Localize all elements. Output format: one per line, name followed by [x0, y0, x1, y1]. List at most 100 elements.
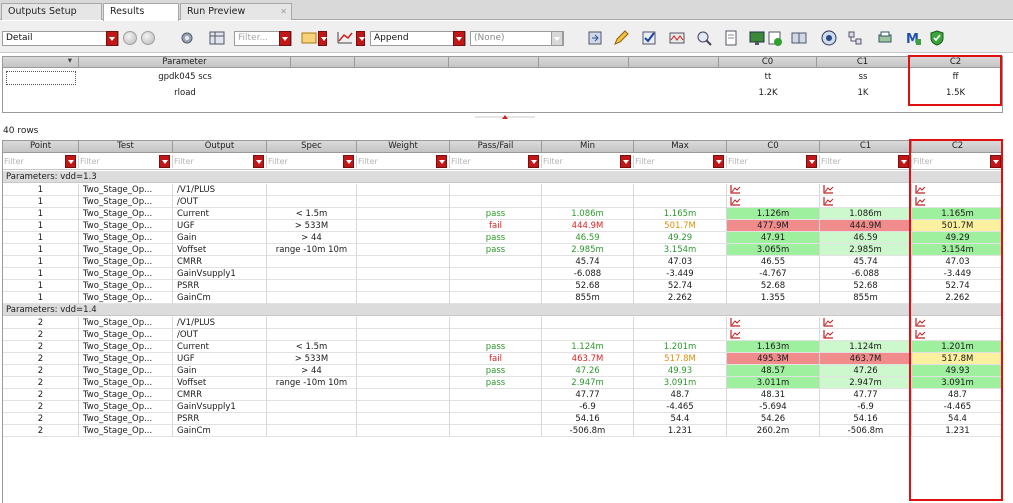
plot-icon[interactable] [823, 197, 834, 206]
filter-input-min[interactable]: Filter [542, 155, 634, 168]
param-col-select[interactable]: ▾ [3, 56, 79, 68]
group-header[interactable]: Parameters: vdd=1.3 [3, 171, 1003, 183]
chevron-down-icon[interactable] [343, 155, 354, 168]
table-row[interactable]: 2 Two_Stage_Op... PSRR 54.16 54.4 54.26 54.16 5… [3, 413, 1003, 425]
column-icon[interactable] [300, 29, 318, 47]
filter-input-c0[interactable]: Filter [727, 155, 820, 168]
filter-input[interactable]: Filter... [234, 31, 292, 46]
col-header-point[interactable]: Point [3, 141, 79, 153]
table-row[interactable]: 2 Two_Stage_Op... CMRR 47.77 48.7 48.31 47.77 4… [3, 389, 1003, 401]
param-col-c2[interactable]: C2 [909, 57, 1002, 68]
col-header-pass-fail[interactable]: Pass/Fail [450, 141, 542, 153]
back-icon[interactable] [123, 31, 137, 45]
table-row[interactable]: 2 Two_Stage_Op.../V1/PLUS [3, 317, 1003, 329]
plot-icon[interactable] [915, 185, 926, 194]
plot-icon[interactable] [915, 197, 926, 206]
tab-results[interactable]: Results [103, 3, 179, 21]
chevron-down-icon[interactable] [528, 155, 539, 168]
append-select[interactable]: Append [370, 31, 466, 46]
hierarchy-icon[interactable] [846, 29, 864, 47]
filter-input-pass-fail[interactable]: Filter [450, 155, 542, 168]
tab-outputs-setup[interactable]: Outputs Setup [1, 3, 102, 20]
cell-c1[interactable] [820, 329, 912, 341]
table-view-icon[interactable] [208, 29, 226, 47]
col-header-min[interactable]: Min [542, 141, 634, 153]
plot-icon[interactable] [730, 197, 741, 206]
table-row[interactable]: 2 Two_Stage_Op... Voffset range -10m 10m pas… [3, 377, 1003, 389]
chevron-down-icon[interactable] [898, 155, 909, 168]
checkbox-icon[interactable] [640, 29, 658, 47]
cell-c0[interactable] [727, 196, 820, 208]
cell-c0[interactable] [727, 329, 820, 341]
table-row[interactable]: 1 Two_Stage_Op... UGF > 533M fail 444.9M 501.7… [3, 220, 1003, 232]
document-icon[interactable] [722, 29, 740, 47]
plot-icon[interactable] [823, 185, 834, 194]
view-select[interactable]: Detail [2, 31, 119, 46]
close-icon[interactable]: ✕ [280, 4, 287, 20]
table-row[interactable]: 1 Two_Stage_Op... CMRR 45.74 47.03 46.55 45.74… [3, 256, 1003, 268]
cell-c1[interactable] [820, 196, 912, 208]
table-row[interactable]: 1 Two_Stage_Op... Voffset range -10m 10m pas… [3, 244, 1003, 256]
table-row[interactable]: 2 Two_Stage_Op... Gain > 44 pass 47.26 49.93 48… [3, 365, 1003, 377]
cell-c0[interactable] [727, 184, 820, 196]
col-header-output[interactable]: Output [173, 141, 267, 153]
plot-icon[interactable] [730, 330, 741, 339]
param-select-cell[interactable] [6, 71, 76, 85]
cell-c2[interactable] [912, 184, 1003, 196]
table-row[interactable]: 1 Two_Stage_Op... Gain > 44 pass 46.59 49.29 47… [3, 232, 1003, 244]
param-col-c0[interactable]: C0 [719, 57, 817, 68]
plot-icon[interactable] [730, 318, 741, 327]
table-row[interactable]: 2 Two_Stage_Op... Current < 1.5m pass 1.124m 1… [3, 341, 1003, 353]
chevron-down-icon[interactable] [65, 155, 76, 168]
col-header-c2[interactable]: C2 [912, 141, 1003, 153]
col-header-max[interactable]: Max [634, 141, 727, 153]
col-header-spec[interactable]: Spec [267, 141, 357, 153]
chevron-down-icon[interactable] [713, 155, 724, 168]
table-row[interactable]: 1 Two_Stage_Op... GainCm 855m 2.262 1.355 855m… [3, 292, 1003, 304]
layout-icon[interactable] [790, 29, 808, 47]
cell-c1[interactable] [820, 317, 912, 329]
monitor-icon[interactable] [748, 29, 766, 47]
none-select[interactable]: (None) [470, 31, 564, 46]
chevron-down-icon[interactable] [356, 31, 365, 46]
chevron-down-icon[interactable] [806, 155, 817, 168]
chevron-down-icon[interactable] [106, 31, 118, 46]
cell-c2[interactable] [912, 329, 1003, 341]
col-header-weight[interactable]: Weight [357, 141, 450, 153]
filter-input-point[interactable]: Filter [3, 155, 79, 168]
chevron-down-icon[interactable] [318, 31, 327, 46]
filter-input-max[interactable]: Filter [634, 155, 727, 168]
table-row[interactable]: 2 Two_Stage_Op... GainCm -506.8m 1.231 260.2m… [3, 425, 1003, 437]
chevron-down-icon[interactable] [253, 155, 264, 168]
chevron-down-icon[interactable] [453, 31, 465, 46]
cell-c1[interactable] [820, 184, 912, 196]
chevron-down-icon[interactable] [436, 155, 447, 168]
filter-input-output[interactable]: Filter [173, 155, 267, 168]
plot-icon[interactable] [915, 318, 926, 327]
param-col-header[interactable]: Parameter [79, 57, 291, 68]
filter-input-c2[interactable]: Filter [912, 155, 1003, 168]
chevron-down-icon[interactable] [279, 31, 291, 46]
table-row[interactable]: 1 Two_Stage_Op... GainVsupply1 -6.088 -3.449… [3, 268, 1003, 280]
table-row[interactable]: 1 Two_Stage_Op... Current < 1.5m pass 1.086m 1… [3, 208, 1003, 220]
plot-icon[interactable] [915, 330, 926, 339]
splitter-handle[interactable] [475, 113, 535, 119]
filter-input-test[interactable]: Filter [79, 155, 173, 168]
plot-icon[interactable] [730, 185, 741, 194]
table-row[interactable]: 1 Two_Stage_Op... PSRR 52.68 52.74 52.68 52.68… [3, 280, 1003, 292]
zoom-icon[interactable] [695, 29, 713, 47]
group-header[interactable]: Parameters: vdd=1.4 [3, 304, 1003, 316]
filter-input-weight[interactable]: Filter [357, 155, 450, 168]
gear-icon[interactable] [178, 29, 196, 47]
edit-icon[interactable] [612, 29, 630, 47]
table-row[interactable]: 1 Two_Stage_Op.../V1/PLUS [3, 184, 1003, 196]
col-header-c1[interactable]: C1 [820, 141, 912, 153]
filter-input-spec[interactable]: Filter [267, 155, 357, 168]
plot-icon[interactable] [823, 330, 834, 339]
chevron-down-icon[interactable] [990, 155, 1001, 168]
print-icon[interactable] [876, 29, 894, 47]
forward-icon[interactable] [141, 31, 155, 45]
cell-c2[interactable] [912, 317, 1003, 329]
plot-icon[interactable] [336, 29, 354, 47]
plot-icon[interactable] [823, 318, 834, 327]
